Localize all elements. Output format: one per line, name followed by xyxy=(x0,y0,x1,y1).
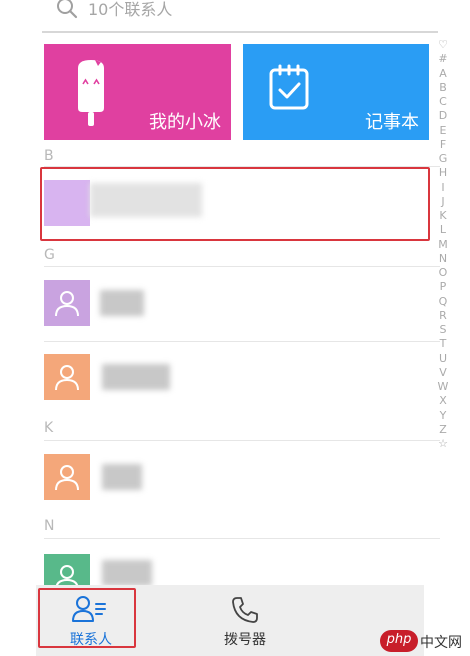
index-letter[interactable]: C xyxy=(432,95,454,109)
index-letter[interactable]: Z xyxy=(432,423,454,437)
avatar-purple xyxy=(44,280,90,326)
search-icon xyxy=(57,0,78,19)
index-letter[interactable]: I xyxy=(432,181,454,195)
tile-notes-label: 记事本 xyxy=(365,112,419,133)
index-letter[interactable]: E xyxy=(432,124,454,138)
index-letter[interactable]: K xyxy=(432,209,454,223)
index-letter[interactable]: A xyxy=(432,67,454,81)
index-letter[interactable]: D xyxy=(432,109,454,123)
contact-row[interactable] xyxy=(44,274,440,334)
section-divider xyxy=(44,440,440,441)
index-letter[interactable]: W xyxy=(432,380,454,394)
index-letter[interactable]: ☆ xyxy=(432,437,454,451)
index-letter[interactable]: S xyxy=(432,323,454,337)
index-letter[interactable]: ♡ xyxy=(432,38,454,52)
contact-row[interactable] xyxy=(44,446,440,506)
tile-xiaobing-label: 我的小冰 xyxy=(149,112,221,133)
person-icon xyxy=(55,291,79,317)
notepad-check-icon xyxy=(269,64,309,110)
search-underline xyxy=(42,31,438,33)
index-letter[interactable]: O xyxy=(432,266,454,280)
contact-name-blurred xyxy=(100,290,144,316)
contact-row[interactable] xyxy=(44,346,440,406)
contact-name-blurred xyxy=(102,464,142,490)
tab-dialer[interactable]: 拨号器 xyxy=(190,585,300,656)
index-letter[interactable]: T xyxy=(432,337,454,351)
phone-icon xyxy=(232,597,258,623)
index-letter[interactable]: M xyxy=(432,238,454,252)
index-letter[interactable]: # xyxy=(432,52,454,66)
index-letter[interactable]: P xyxy=(432,280,454,294)
person-icon xyxy=(55,465,79,491)
section-divider xyxy=(44,266,440,267)
index-letter[interactable]: Y xyxy=(432,409,454,423)
index-letter[interactable]: J xyxy=(432,195,454,209)
watermark-logo-text: php xyxy=(386,632,412,647)
section-header-g: G xyxy=(44,247,55,263)
alphabet-index[interactable]: ♡ # A B C D E F G H I J K L M N O P Q R S T U V W X Y Z ☆ xyxy=(432,38,454,451)
highlight-box xyxy=(38,588,136,648)
search-placeholder[interactable]: 10个联系人 xyxy=(88,0,172,20)
index-letter[interactable]: R xyxy=(432,309,454,323)
index-letter[interactable]: L xyxy=(432,223,454,237)
highlight-box xyxy=(40,167,430,241)
avatar-orange xyxy=(44,454,90,500)
search-bar[interactable]: 10个联系人 xyxy=(36,0,454,34)
contacts-screen: 10个联系人 我的小冰 记事本 B G K N xyxy=(36,0,461,656)
tile-notes[interactable]: 记事本 xyxy=(243,44,429,140)
popsicle-icon xyxy=(78,60,104,126)
section-header-n: N xyxy=(44,518,55,534)
index-letter[interactable]: H xyxy=(432,166,454,180)
person-icon xyxy=(55,365,79,391)
watermark-text: 中文网 xyxy=(420,635,462,651)
index-letter[interactable]: G xyxy=(432,152,454,166)
index-letter[interactable]: Q xyxy=(432,295,454,309)
row-divider xyxy=(44,341,440,342)
index-letter[interactable]: U xyxy=(432,352,454,366)
index-letter[interactable]: V xyxy=(432,366,454,380)
tab-dialer-label: 拨号器 xyxy=(224,632,266,648)
index-letter[interactable]: B xyxy=(432,81,454,95)
section-header-b: B xyxy=(44,148,54,164)
index-letter[interactable]: X xyxy=(432,394,454,408)
tile-xiaobing[interactable]: 我的小冰 xyxy=(44,44,231,140)
avatar-orange xyxy=(44,354,90,400)
contact-name-blurred xyxy=(102,560,152,586)
section-header-k: K xyxy=(44,420,54,436)
watermark-logo: php xyxy=(380,630,418,652)
index-letter[interactable]: N xyxy=(432,252,454,266)
index-letter[interactable]: F xyxy=(432,138,454,152)
watermark: php 中文网 xyxy=(380,630,464,652)
contact-name-blurred xyxy=(102,364,170,390)
section-divider xyxy=(44,538,440,539)
